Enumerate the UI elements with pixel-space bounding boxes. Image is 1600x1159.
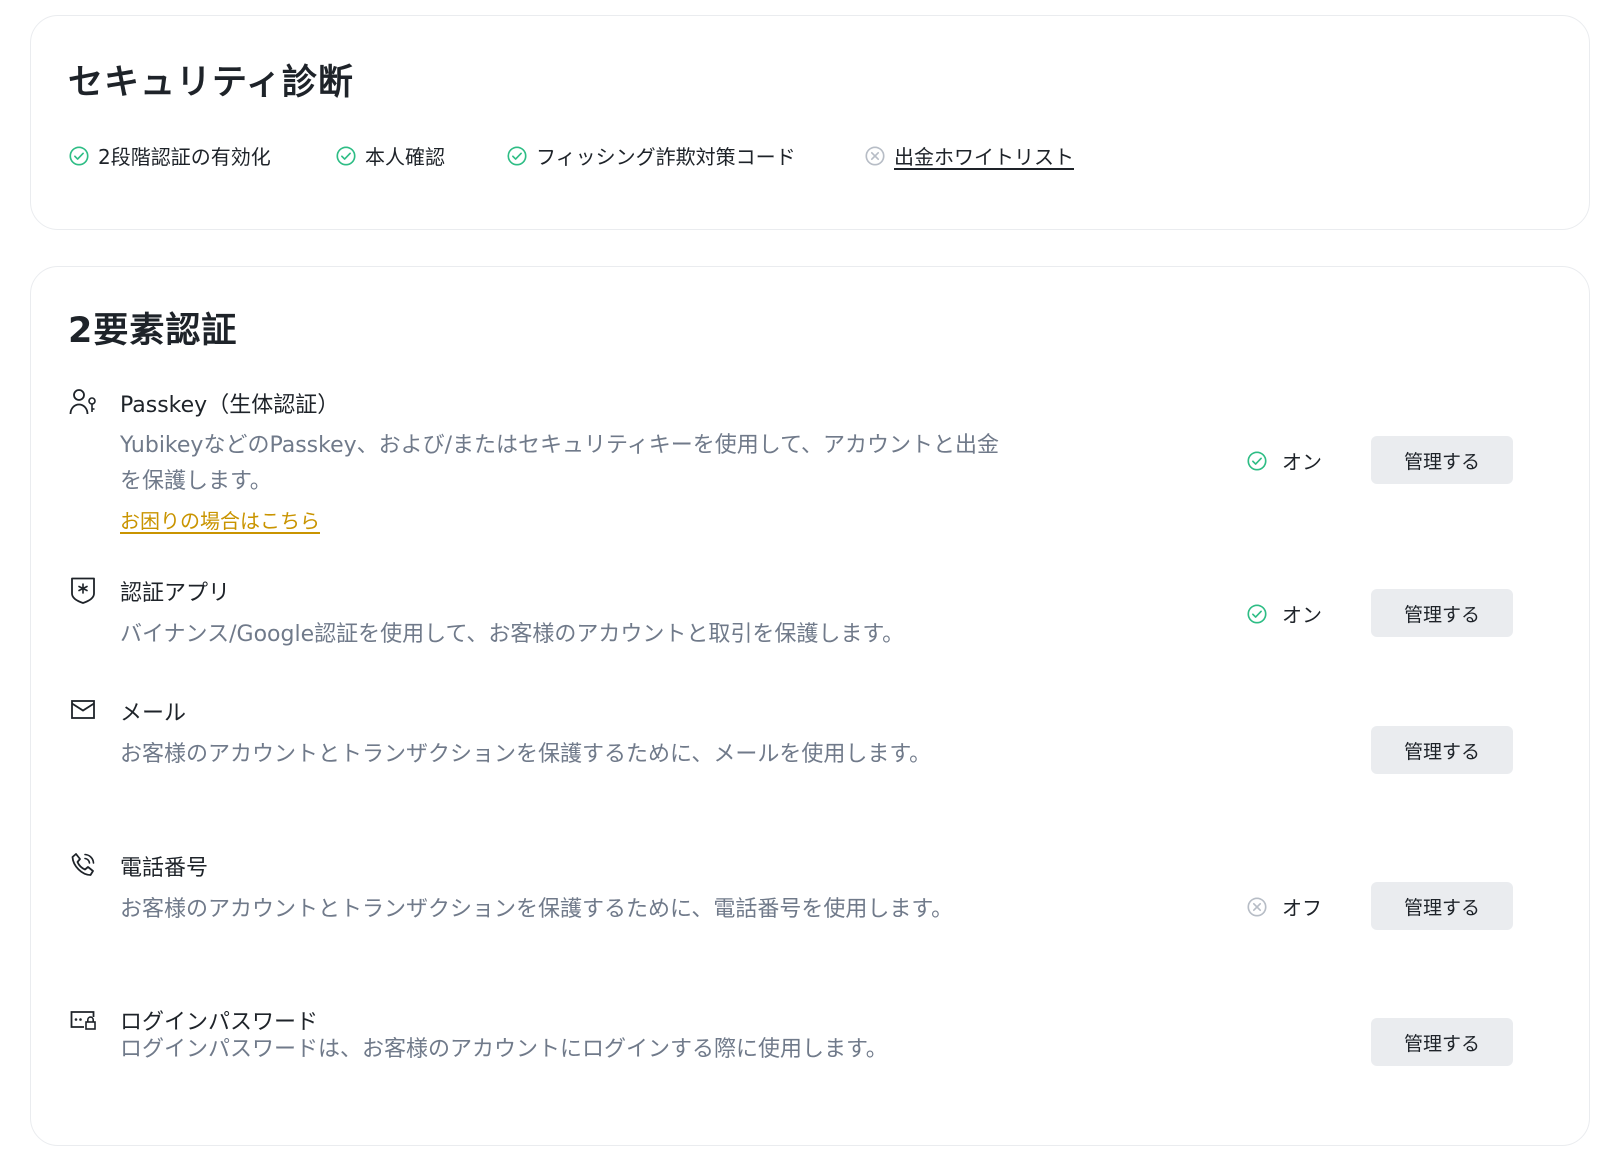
security-diagnosis-card: セキュリティ診断 2段階認証の有効化 本人確認 フィッシング詐欺対策コード 出金… (30, 15, 1590, 230)
manage-passkey-button[interactable]: 管理する (1371, 436, 1513, 484)
two-factor-title: 2要素認証 (68, 311, 238, 351)
mail-icon (71, 700, 95, 719)
method-description: バイナンス/Google認証を使用して、お客様のアカウントと取引を保護します。 (120, 622, 905, 647)
diagnosis-item-label: 本人確認 (365, 145, 445, 169)
diagnosis-item-withdrawal-whitelist[interactable]: 出金ホワイトリスト (864, 141, 1074, 170)
manage-login-password-button[interactable]: 管理する (1371, 1018, 1513, 1066)
method-authenticator: 認証アプリ バイナンス/Google認証を使用して、お客様のアカウントと取引を保… (31, 575, 1589, 665)
diagnosis-item-anti-phishing: フィッシング詐欺対策コード (506, 141, 796, 170)
x-circle-icon (865, 145, 885, 166)
method-title: Passkey（生体認証） (120, 393, 340, 418)
help-link[interactable]: お困りの場合はこちら (120, 505, 320, 534)
method-description: お客様のアカウントとトランザクションを保護するために、メールを使用します。 (120, 742, 932, 767)
manage-email-button[interactable]: 管理する (1371, 726, 1513, 774)
diagnosis-item-identity: 本人確認 (335, 141, 445, 170)
method-description: お客様のアカウントとトランザクションを保護するために、電話番号を使用します。 (120, 897, 954, 922)
status-off: オフ (1246, 892, 1322, 921)
two-factor-card: 2要素認証 Passkey（生体認証） YubikeyなどのPasskey、およ… (30, 266, 1590, 1146)
method-title: メール (120, 701, 187, 726)
method-description: ログインパスワードは、お客様のアカウントにログインする際に使用します。 (120, 1037, 888, 1062)
method-phone: 電話番号 お客様のアカウントとトランザクションを保護するために、電話番号を使用し… (31, 850, 1589, 960)
phone-icon (71, 853, 95, 876)
withdrawal-whitelist-link[interactable]: 出金ホワイトリスト (894, 141, 1074, 170)
method-title: 電話番号 (120, 856, 209, 881)
check-circle-icon (336, 145, 356, 166)
check-circle-icon (1247, 603, 1267, 624)
diagnosis-item-2fa: 2段階認証の有効化 (68, 141, 271, 170)
manage-authenticator-button[interactable]: 管理する (1371, 589, 1513, 637)
method-login-password: ログインパスワード ログインパスワードは、お客様のアカウントにログインする際に使… (31, 1004, 1589, 1094)
status-on: オン (1246, 599, 1322, 628)
status-label: オフ (1282, 896, 1322, 920)
diagnosis-item-label: フィッシング詐欺対策コード (536, 145, 796, 169)
method-description: YubikeyなどのPasskey、および/またはセキュリティキーを使用して、ア… (120, 433, 999, 494)
password-lock-icon (70, 1011, 96, 1030)
status-label: オン (1282, 450, 1322, 474)
method-email: メール お客様のアカウントとトランザクションを保護するために、メールを使用します… (31, 695, 1589, 805)
security-diagnosis-title: セキュリティ診断 (68, 63, 354, 103)
check-circle-icon (507, 145, 527, 166)
method-title: 認証アプリ (120, 581, 231, 606)
authenticator-shield-icon (71, 577, 95, 604)
check-circle-icon (1247, 450, 1267, 471)
diagnosis-item-label: 2段階認証の有効化 (98, 145, 271, 169)
check-circle-icon (69, 145, 89, 166)
status-on: オン (1246, 446, 1322, 475)
manage-phone-button[interactable]: 管理する (1371, 882, 1513, 930)
method-passkey: Passkey（生体認証） YubikeyなどのPasskey、および/またはセ… (31, 385, 1589, 545)
x-circle-icon (1247, 896, 1267, 917)
passkey-user-icon (69, 389, 96, 415)
status-label: オン (1282, 603, 1322, 627)
